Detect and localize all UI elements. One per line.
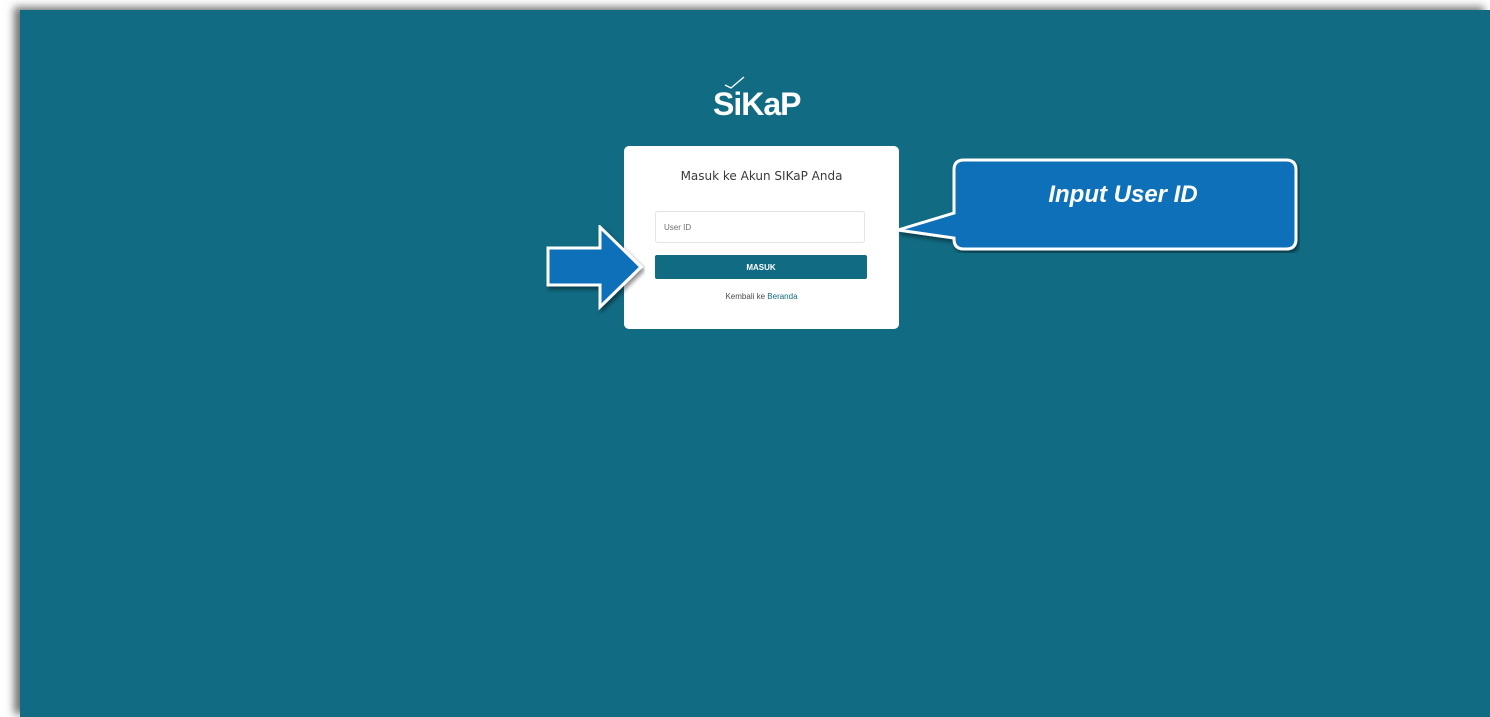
logo-check-icon [724,76,745,89]
masuk-button[interactable]: MASUK [655,255,867,279]
back-prefix: Kembali ke [725,292,766,301]
login-title: Masuk ke Akun SIKaP Anda [680,169,843,183]
callout-text: Input User ID [1048,181,1198,208]
document-frame: SiKaP Masuk ke Akun SIKaP Anda MASUK Kem… [0,0,1490,717]
beranda-link[interactable]: Beranda [767,292,797,301]
login-card: Masuk ke Akun SIKaP Anda MASUK Kembali k… [624,146,899,329]
back-to-home: Kembali ke Beranda [624,292,899,301]
logo-text: SiKaP [713,86,801,122]
user-id-input[interactable] [655,211,865,243]
sikap-logo: SiKaP [713,76,813,124]
pointer-arrow-icon [546,225,644,311]
